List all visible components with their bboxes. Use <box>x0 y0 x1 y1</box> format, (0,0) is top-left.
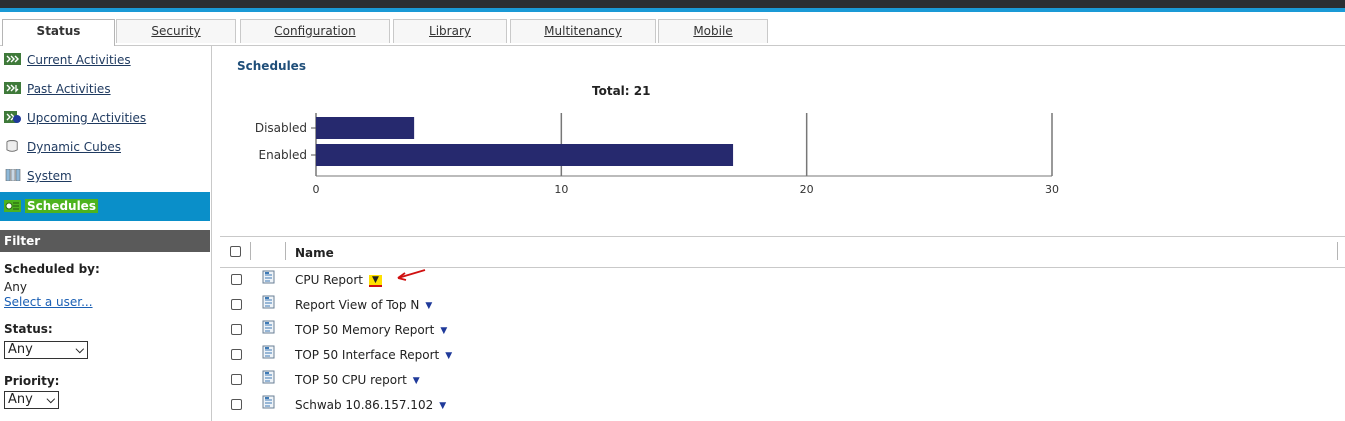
tab-security[interactable]: Security <box>116 19 236 43</box>
schedule-icon <box>4 200 21 212</box>
column-divider <box>1337 242 1338 260</box>
schedules-chart: 0 10 20 30 Disabled Enabled <box>255 113 1059 196</box>
row-menu-chevron-icon[interactable]: ▼ <box>440 326 447 336</box>
tab-mobile[interactable]: Mobile <box>658 19 768 43</box>
report-icon <box>262 395 275 409</box>
chart-bar-enabled <box>316 144 734 166</box>
row-name[interactable]: CPU Report <box>295 273 363 287</box>
tab-status[interactable]: Status <box>2 19 115 46</box>
cube-icon <box>6 140 18 152</box>
tab-bar: Status Security Configuration Library Mu… <box>0 12 1345 46</box>
report-icon <box>262 295 275 309</box>
chart-bar-disabled <box>316 117 415 139</box>
sidebar-item-label: Upcoming Activities <box>27 111 147 125</box>
sidebar-item-current-activities[interactable]: Current Activities <box>0 47 210 73</box>
chart-category-label: Enabled <box>259 148 308 162</box>
table-row[interactable]: TOP 50 Memory Report ▼ <box>220 318 1345 343</box>
filter-header: Filter <box>0 230 210 252</box>
sidebar-item-system[interactable]: System <box>0 163 210 189</box>
table-row[interactable]: Report View of Top N ▼ <box>220 293 1345 318</box>
report-icon <box>262 345 275 359</box>
report-icon <box>262 370 275 384</box>
tab-configuration[interactable]: Configuration <box>240 19 390 43</box>
table-row[interactable]: TOP 50 Interface Report ▼ <box>220 343 1345 368</box>
sidebar-item-label: Dynamic Cubes <box>27 140 121 154</box>
row-name[interactable]: Report View of Top N <box>295 298 419 312</box>
report-icon <box>262 270 275 284</box>
row-name[interactable]: TOP 50 CPU report <box>295 373 407 387</box>
row-checkbox[interactable] <box>231 299 242 310</box>
name-column-header[interactable]: Name <box>295 246 334 260</box>
priority-filter-value: Any <box>8 392 33 407</box>
sidebar-item-label: Current Activities <box>27 53 131 67</box>
grid-header: Name <box>220 236 1345 268</box>
scheduled-by-value: Any <box>4 280 27 294</box>
chart-x-tick-label: 0 <box>313 183 320 196</box>
annotation-arrow-icon <box>397 269 426 281</box>
chart-title: Total: 21 <box>592 84 651 98</box>
select-all-checkbox[interactable] <box>230 246 241 257</box>
row-checkbox[interactable] <box>231 324 242 335</box>
chevron-down-icon: ⌵ <box>46 393 55 406</box>
chart-x-tick-label: 30 <box>1045 183 1059 196</box>
chart-x-tick-label: 20 <box>800 183 814 196</box>
status-filter-select[interactable]: Any ⌵ <box>4 341 88 359</box>
priority-filter-select[interactable]: Any ⌵ <box>4 391 59 409</box>
row-menu-chevron-icon[interactable]: ▼ <box>413 376 420 386</box>
priority-filter-label: Priority: <box>4 374 60 388</box>
sidebar-item-label: System <box>27 169 72 183</box>
row-name[interactable]: Schwab 10.86.157.102 <box>295 398 433 412</box>
sidebar-item-dynamic-cubes[interactable]: Dynamic Cubes <box>0 134 210 160</box>
row-checkbox[interactable] <box>231 349 242 360</box>
upcoming-activities-icon <box>4 111 21 123</box>
top-bar <box>0 0 1345 8</box>
row-checkbox[interactable] <box>231 274 242 285</box>
row-checkbox[interactable] <box>231 399 242 410</box>
row-name[interactable]: TOP 50 Interface Report <box>295 348 439 362</box>
sidebar-item-label: Past Activities <box>27 82 111 96</box>
current-activities-icon <box>4 53 21 65</box>
status-filter-value: Any <box>8 342 33 357</box>
scheduled-by-label: Scheduled by: <box>4 262 100 276</box>
row-menu-chevron-icon[interactable]: ▼ <box>445 351 452 361</box>
system-icon <box>5 169 21 181</box>
row-name[interactable]: TOP 50 Memory Report <box>295 323 434 337</box>
page-title: Schedules <box>237 59 306 73</box>
column-divider <box>250 242 251 260</box>
chart-category-label: Disabled <box>255 121 307 135</box>
chevron-down-icon: ⌵ <box>75 343 84 356</box>
main-content: Schedules Total: 21 0 10 20 30 Disabled Enabl… <box>212 46 1345 421</box>
sidebar-item-past-activities[interactable]: Past Activities <box>0 76 210 102</box>
table-row[interactable]: Schwab 10.86.157.102 ▼ <box>220 393 1345 418</box>
tab-library[interactable]: Library <box>393 19 507 43</box>
sidebar-item-upcoming-activities[interactable]: Upcoming Activities <box>0 105 210 131</box>
tab-multitenancy[interactable]: Multitenancy <box>510 19 656 43</box>
select-user-link[interactable]: Select a user... <box>4 295 93 309</box>
column-divider <box>285 242 286 260</box>
row-checkbox[interactable] <box>231 374 242 385</box>
past-activities-icon <box>4 82 21 94</box>
status-filter-label: Status: <box>4 322 53 336</box>
table-row[interactable]: CPU Report ▼ <box>220 268 1345 293</box>
sidebar-item-label: Schedules <box>25 199 98 213</box>
sidebar-item-schedules[interactable]: Schedules <box>0 192 210 221</box>
table-row[interactable]: TOP 50 CPU report ▼ <box>220 368 1345 393</box>
row-menu-chevron-icon[interactable]: ▼ <box>425 301 432 311</box>
chart-x-tick-label: 10 <box>554 183 568 196</box>
sidebar: Current Activities Past Activities Upcom… <box>0 46 212 421</box>
report-icon <box>262 320 275 334</box>
row-menu-chevron-icon[interactable]: ▼ <box>439 401 446 411</box>
row-menu-chevron-icon[interactable]: ▼ <box>369 274 382 287</box>
